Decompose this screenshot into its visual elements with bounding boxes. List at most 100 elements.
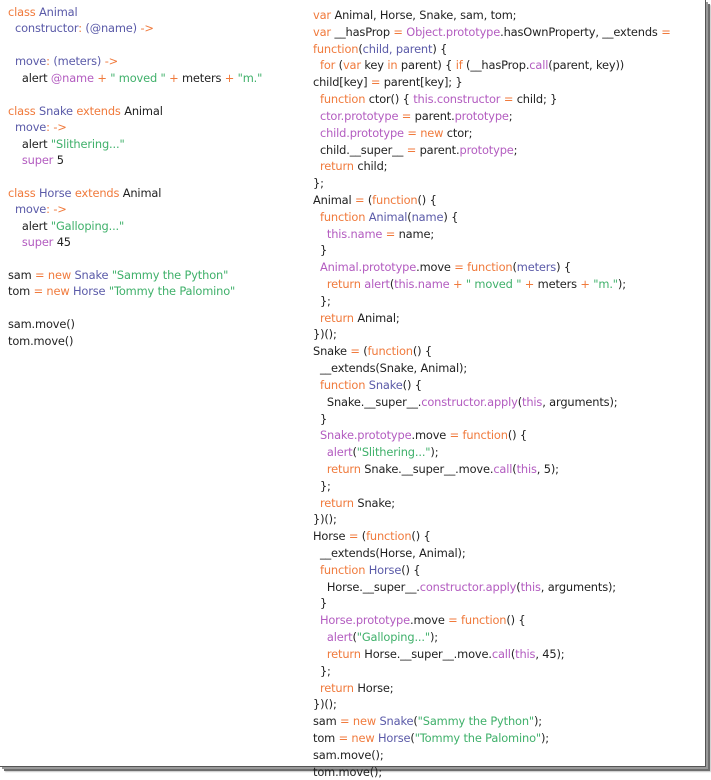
identifier-token: Horse	[39, 185, 75, 200]
code-token: Animal	[313, 192, 355, 207]
code-line: Horse = (function() {	[313, 528, 671, 545]
property-token: this.name	[394, 277, 453, 291]
keyword-token: var	[342, 58, 365, 73]
code-line: })();	[313, 696, 671, 713]
string-token: " moved "	[465, 277, 522, 291]
code-token: };	[313, 293, 331, 308]
property-token: this.constructor	[413, 92, 504, 107]
identifier-token: (@name)	[85, 21, 141, 36]
code-line: alert @name + " moved " + meters + "m."	[8, 70, 262, 86]
code-line: Snake.__super__.constructor.apply(this, …	[313, 394, 671, 411]
code-line: }	[313, 411, 671, 428]
property-token: Snake.prototype	[319, 428, 412, 443]
keyword-token: +	[93, 70, 111, 85]
code-token: () {	[506, 613, 526, 628]
keyword-token: +	[453, 277, 466, 291]
property-token: this	[520, 579, 541, 594]
code-token: meters	[181, 70, 222, 85]
keyword-token: var	[313, 8, 335, 22]
keyword-token: = function	[449, 428, 508, 443]
keyword-token: +	[521, 277, 538, 291]
code-token: child[key]	[313, 75, 371, 90]
code-token: );	[617, 277, 626, 291]
code-token: Snake.__super__.move.	[364, 461, 494, 476]
code-token: .move	[411, 428, 450, 443]
property-token: super	[21, 152, 57, 167]
code-token: child; }	[516, 92, 558, 107]
keyword-token: = new	[340, 714, 380, 729]
code-line: function Animal(name) {	[313, 209, 671, 226]
keyword-token: +	[221, 70, 238, 85]
keyword-token: class	[8, 5, 39, 19]
code-line: Animal.prototype.move = function(meters)…	[313, 259, 671, 276]
string-token: "m."	[237, 70, 263, 85]
code-line: this.name = name;	[313, 226, 671, 243]
keyword-token: function	[319, 92, 369, 107]
keyword-token: function	[366, 529, 412, 544]
keyword-token: class	[8, 185, 39, 200]
code-token: );	[540, 730, 549, 745]
code-line: sam = new Snake "Sammy the Python"	[8, 267, 262, 283]
code-line: __extends(Snake, Animal);	[313, 360, 671, 377]
code-token: () {	[412, 344, 433, 359]
screenshot-frame: class Animal constructor: (@name) -> mov…	[0, 0, 706, 779]
code-line: alert("Slithering...");	[313, 444, 671, 461]
code-line: for (var key in parent) { if (__hasProp.…	[313, 57, 671, 74]
property-token: this.name	[326, 226, 386, 241]
code-token: );	[429, 630, 438, 645]
code-line: super 45	[8, 234, 262, 250]
keyword-token: return	[326, 277, 365, 291]
string-token: "Galloping..."	[50, 218, 125, 233]
code-line: alert "Slithering..."	[8, 136, 262, 152]
string-token: " moved "	[110, 70, 166, 85]
code-token: ctor;	[446, 125, 473, 140]
code-token: parent.	[414, 108, 455, 123]
code-token: Horse;	[357, 680, 394, 695]
code-token: () {	[401, 562, 421, 577]
code-line: return alert(this.name + " moved " + met…	[313, 276, 671, 293]
code-token: Animal, Horse, Snake, sam, tom;	[334, 8, 517, 22]
identifier-token: Animal	[368, 209, 408, 224]
identifier-token: Snake	[39, 103, 77, 118]
code-token: alert	[8, 70, 51, 85]
code-token: Snake	[313, 344, 351, 359]
string-token: "Slithering..."	[50, 136, 125, 151]
code-line: })();	[313, 326, 671, 343]
code-line: Horse.prototype.move = function() {	[313, 612, 671, 629]
property-token: alert	[326, 630, 353, 645]
code-token: __hasProp	[334, 24, 394, 39]
keyword-token: = new	[407, 125, 447, 140]
code-token: .move	[416, 260, 455, 275]
code-line: alert "Galloping..."	[8, 218, 262, 234]
code-token: .hasOwnProperty, __extends	[500, 24, 662, 39]
code-line: };	[313, 478, 671, 495]
code-line: class Animal	[8, 4, 262, 20]
identifier-token: move	[14, 202, 47, 217]
code-token: child.__super__	[313, 142, 407, 157]
code-token: ;	[513, 142, 518, 157]
code-token: sam	[313, 714, 341, 729]
code-token: Animal	[122, 185, 162, 200]
code-line: super 5	[8, 152, 262, 168]
keyword-token: return	[326, 646, 365, 661]
code-line: }	[313, 595, 671, 612]
identifier-token: Animal	[39, 5, 78, 19]
keyword-token: return	[319, 159, 358, 174]
keyword-token: return	[319, 495, 358, 510]
property-token: this	[515, 646, 536, 661]
code-token: (__hasProp.	[466, 58, 530, 73]
property-token: ctor.prototype	[319, 108, 402, 123]
code-token: , 5);	[536, 461, 559, 476]
keyword-token: =	[503, 92, 517, 107]
